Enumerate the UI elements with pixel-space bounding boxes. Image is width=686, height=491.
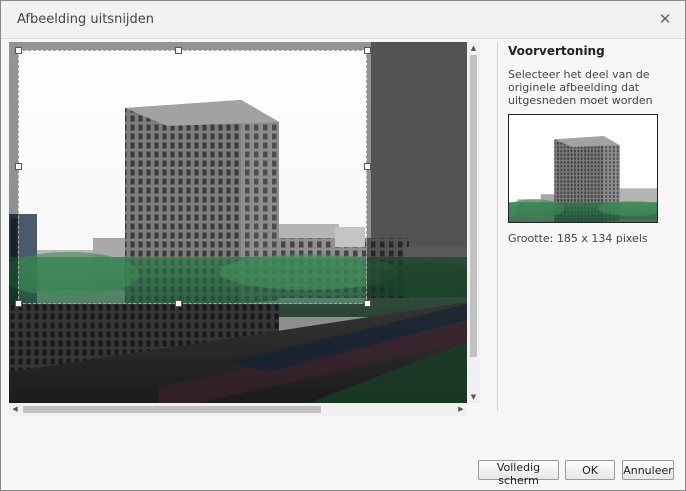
dialog-titlebar: Afbeelding uitsnijden ✕: [1, 1, 685, 39]
crop-handle-left[interactable]: [15, 163, 22, 170]
ok-button[interactable]: OK: [565, 460, 615, 480]
crop-selection[interactable]: [18, 50, 367, 304]
crop-handle-top[interactable]: [175, 47, 182, 54]
vertical-scrollbar[interactable]: ▲ ▼: [467, 42, 480, 403]
image-viewport[interactable]: [9, 42, 467, 403]
crop-handle-bottom-right[interactable]: [364, 300, 371, 307]
crop-handle-bottom[interactable]: [175, 300, 182, 307]
close-icon[interactable]: ✕: [657, 10, 673, 28]
crop-handle-top-left[interactable]: [15, 47, 22, 54]
crop-handle-bottom-left[interactable]: [15, 300, 22, 307]
crop-dialog: Afbeelding uitsnijden ✕ ▲ ▼ ◀ ▶ Voorvert…: [0, 0, 686, 491]
arrow-up-icon[interactable]: ▲: [467, 42, 480, 54]
crop-handle-top-right[interactable]: [364, 47, 371, 54]
vertical-scroll-thumb[interactable]: [470, 55, 477, 357]
fullscreen-button[interactable]: Volledig scherm: [478, 460, 559, 487]
arrow-right-icon[interactable]: ▶: [455, 403, 467, 416]
crop-size-label: Grootte: 185 x 134 pixels: [508, 232, 648, 245]
dialog-title: Afbeelding uitsnijden: [17, 12, 155, 27]
cancel-button[interactable]: Annuleer: [622, 460, 674, 480]
arrow-down-icon[interactable]: ▼: [467, 391, 480, 403]
preview-image: [508, 114, 658, 223]
arrow-left-icon[interactable]: ◀: [9, 403, 21, 416]
horizontal-scrollbar[interactable]: ◀ ▶: [9, 403, 467, 416]
preview-heading: Voorvertoning: [508, 44, 605, 58]
horizontal-scroll-thumb[interactable]: [23, 406, 321, 413]
panel-divider: [497, 42, 498, 411]
preview-description: Selecteer het deel van de originele afbe…: [508, 68, 653, 107]
crop-handle-right[interactable]: [364, 163, 371, 170]
